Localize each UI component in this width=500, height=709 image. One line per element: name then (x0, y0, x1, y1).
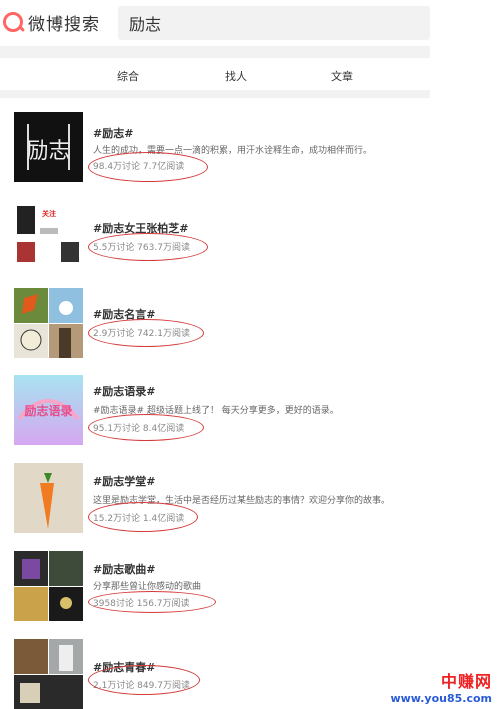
topic-desc: #励志语录# 超级话题上线了！ 每天分享更多，更好的语录。 (93, 406, 339, 416)
topic-stats: 2.1万讨论 849.7万阅读 (93, 681, 190, 691)
topic-title[interactable]: #励志青春# (93, 659, 155, 675)
search-box[interactable] (118, 6, 430, 40)
watermark-text: 中赚网 (440, 672, 492, 691)
topic-title[interactable]: #励志语录# (93, 383, 155, 399)
section-divider (0, 90, 430, 98)
tab-articles[interactable]: 文章 (331, 68, 353, 84)
tab-comprehensive[interactable]: 综合 (117, 68, 139, 84)
search-logo-icon (2, 11, 26, 35)
topic-stats: 5.5万讨论 763.7万阅读 (93, 243, 190, 253)
tab-find-people[interactable]: 找人 (225, 68, 247, 84)
topic-thumbnail: 励志 (14, 112, 83, 182)
topic-stats: 2.9万讨论 742.1万阅读 (93, 329, 190, 339)
topic-desc: 这里是励志学堂，生活中是否经历过某些励志的事情？欢迎分享你的故事。 (93, 496, 391, 506)
topic-title[interactable]: #励志歌曲# (93, 561, 155, 577)
topic-stats: 98.4万讨论 7.7亿阅读 (93, 162, 185, 172)
watermark: 中赚网 www.you85.com (390, 668, 492, 705)
weibo-search-logo[interactable]: 微博搜索 (2, 10, 100, 35)
topic-desc: 分享那些曾让你感动的歌曲 (93, 582, 202, 592)
topic-stats: 3958讨论 156.7万阅读 (93, 599, 190, 609)
thumb-text: 励志语录 (24, 403, 72, 418)
topic-thumbnail (14, 639, 83, 709)
topic-title[interactable]: #励志女王张柏芝# (93, 220, 188, 236)
topic-thumbnail: 励志语录 (14, 375, 83, 445)
topic-title[interactable]: #励志# (93, 125, 133, 141)
topic-title[interactable]: #励志学堂# (93, 473, 155, 489)
topic-title[interactable]: #励志名言# (93, 306, 155, 322)
search-header: 微博搜索 (0, 0, 430, 46)
topic-thumbnail (14, 288, 83, 358)
tab-bar: 综合 找人 文章 (0, 58, 430, 90)
topic-stats: 95.1万讨论 8.4亿阅读 (93, 424, 185, 434)
search-input[interactable] (127, 12, 411, 33)
topic-thumbnail: 关注 (14, 198, 83, 268)
logo-text: 微博搜索 (28, 15, 100, 35)
watermark-url: www.you85.com (390, 692, 492, 705)
topic-desc: 人生的成功，需要一点一滴的积累，用汗水诠释生命，成功相伴而行。 (93, 146, 373, 156)
header-divider (0, 46, 430, 58)
topic-thumbnail (14, 551, 83, 621)
thumb-text: 关注 (42, 209, 56, 218)
topic-thumbnail (14, 463, 83, 533)
thumb-text: 励志 (26, 139, 70, 164)
topic-stats: 15.2万讨论 1.4亿阅读 (93, 514, 185, 524)
